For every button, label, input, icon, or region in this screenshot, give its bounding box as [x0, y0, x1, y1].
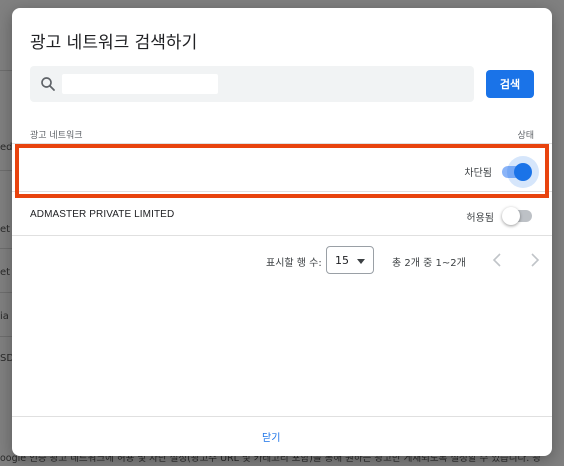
chevron-left-icon[interactable]	[488, 250, 508, 270]
status-label: 허용됨	[466, 213, 494, 224]
search-input[interactable]	[62, 74, 218, 94]
search-button[interactable]: 검색	[486, 70, 534, 98]
status-toggle[interactable]	[502, 207, 532, 225]
pagination: 표시할 행 수: 15 총 2개 중 1~2개	[12, 240, 552, 280]
background-row: ed	[0, 142, 13, 153]
caret-down-icon	[357, 259, 365, 264]
column-header-network: 광고 네트워크	[30, 131, 83, 141]
background-row: et	[0, 267, 11, 278]
search-icon	[41, 77, 55, 91]
background-row: ia	[0, 311, 9, 322]
table-header: 광고 네트워크 상태	[12, 122, 552, 144]
pagination-range: 총 2개 중 1~2개	[392, 258, 466, 269]
search-ad-network-dialog: 광고 네트워크 검색하기 검색 광고 네트워크 상태 차단됨 ADMASTER …	[12, 8, 552, 456]
toggle-knob	[502, 207, 520, 225]
dialog-title: 광고 네트워크 검색하기	[30, 33, 198, 53]
dialog-footer: 닫기	[12, 416, 552, 456]
rows-per-page-value: 15	[335, 254, 349, 267]
table-row: ADMASTER PRIVATE LIMITED 허용됨	[12, 196, 552, 236]
close-button[interactable]: 닫기	[262, 429, 280, 444]
search-box	[30, 66, 474, 102]
rows-per-page-select[interactable]: 15	[326, 246, 374, 274]
network-name: ADMASTER PRIVATE LIMITED	[30, 209, 175, 220]
background-row: et	[0, 224, 11, 235]
rows-per-page-label: 표시할 행 수:	[266, 258, 322, 269]
column-header-status: 상태	[517, 131, 534, 141]
chevron-right-icon[interactable]	[524, 250, 544, 270]
highlight-box	[15, 144, 549, 198]
